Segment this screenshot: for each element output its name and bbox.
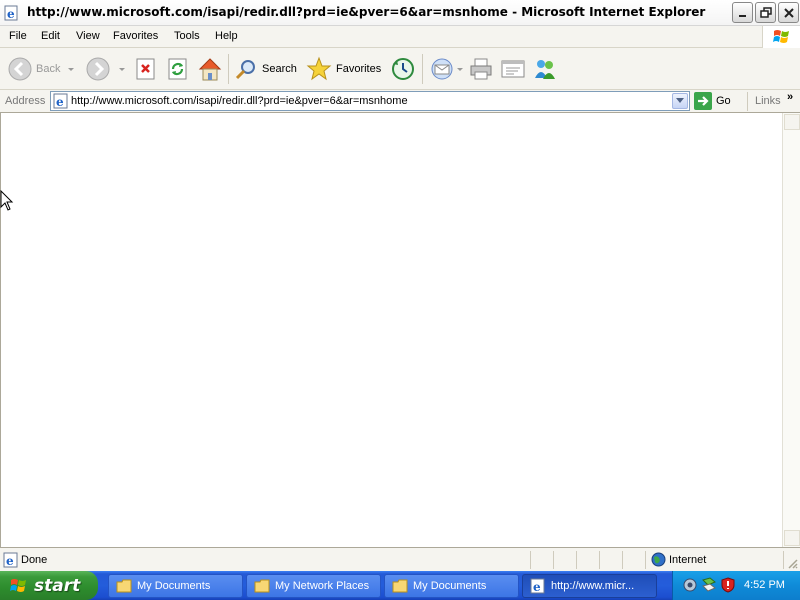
taskbar-item-my-documents-2[interactable]: My Documents: [384, 574, 519, 598]
address-field[interactable]: e: [50, 91, 690, 111]
ie-icon: e: [4, 5, 20, 21]
taskbar: start My Documents My Network Places My …: [0, 571, 800, 600]
shield-alert-icon[interactable]: [720, 577, 736, 593]
svg-text:e: e: [7, 7, 15, 21]
ie-icon: e: [530, 578, 545, 594]
menu-tools[interactable]: Tools: [174, 30, 200, 42]
taskbar-item-my-network-places[interactable]: My Network Places: [246, 574, 381, 598]
home-icon: [198, 58, 222, 81]
printer-icon: [470, 58, 492, 80]
taskbar-item-label: http://www.micr...: [551, 580, 635, 592]
mail-icon: [431, 58, 453, 80]
clock[interactable]: 4:52 PM: [744, 579, 785, 591]
address-input[interactable]: [71, 93, 667, 109]
page-content[interactable]: [0, 113, 782, 547]
taskbar-item-label: My Documents: [413, 580, 487, 592]
links-label[interactable]: Links: [755, 95, 781, 107]
start-label: start: [34, 575, 81, 596]
print-button[interactable]: [468, 54, 494, 84]
back-arrow-icon: [8, 57, 32, 81]
resize-grip-icon[interactable]: [786, 557, 798, 569]
refresh-button[interactable]: [167, 54, 189, 84]
svg-text:e: e: [56, 95, 64, 109]
title-bar[interactable]: e http://www.microsoft.com/isapi/redir.d…: [0, 0, 800, 26]
favorites-label: Favorites: [336, 63, 382, 75]
window-title: http://www.microsoft.com/isapi/redir.dll…: [27, 5, 706, 19]
back-dropdown-icon[interactable]: [68, 68, 74, 71]
taskbar-item-label: My Network Places: [275, 580, 370, 592]
search-button[interactable]: Search: [234, 54, 297, 84]
search-label: Search: [262, 63, 297, 75]
menu-favorites[interactable]: Favorites: [113, 30, 158, 42]
restore-button[interactable]: [755, 2, 776, 23]
refresh-icon: [168, 58, 187, 80]
menu-file[interactable]: File: [9, 30, 27, 42]
search-icon: [235, 60, 255, 80]
mail-button[interactable]: [429, 54, 455, 84]
taskbar-item-internet-explorer[interactable]: e http://www.micr...: [522, 574, 657, 598]
folder-icon: [116, 579, 132, 593]
mouse-cursor-icon: [0, 190, 14, 211]
page-icon: e: [53, 93, 69, 112]
taskbar-item-my-documents[interactable]: My Documents: [108, 574, 243, 598]
messenger-icon: [535, 60, 555, 79]
messenger-button[interactable]: [532, 54, 558, 84]
edit-button[interactable]: [500, 54, 526, 84]
address-dropdown-icon[interactable]: [672, 93, 688, 109]
menu-edit[interactable]: Edit: [41, 30, 60, 42]
scroll-down-button[interactable]: [784, 530, 800, 546]
back-button[interactable]: Back: [8, 54, 60, 84]
start-button[interactable]: start: [0, 571, 98, 600]
security-zone-text: Internet: [669, 554, 707, 566]
home-button[interactable]: [197, 54, 223, 84]
forward-dropdown-icon[interactable]: [119, 68, 125, 71]
favorites-button[interactable]: Favorites: [306, 54, 381, 84]
page-status-icon: e: [3, 552, 19, 571]
status-bar: e Done Internet: [0, 547, 800, 571]
svg-text:e: e: [6, 554, 14, 568]
system-tray: 4:52 PM: [672, 571, 800, 600]
back-label: Back: [36, 63, 61, 75]
network-tray-icon[interactable]: [682, 577, 698, 593]
mail-dropdown-icon[interactable]: [457, 68, 463, 71]
forward-button[interactable]: [86, 54, 110, 84]
windows-logo-icon: [762, 26, 800, 48]
menu-view[interactable]: View: [76, 30, 100, 42]
stop-icon: [136, 58, 155, 80]
edit-page-icon: [501, 60, 525, 78]
address-bar: Address e Go Links »: [0, 90, 800, 113]
standard-toolbar: Back Search Favorites: [0, 48, 800, 90]
security-tray-icon[interactable]: [701, 577, 717, 593]
stop-button[interactable]: [135, 54, 157, 84]
links-chevron-icon[interactable]: »: [787, 91, 793, 103]
scroll-up-button[interactable]: [784, 114, 800, 130]
go-arrow-icon: [694, 92, 712, 110]
folder-icon: [392, 579, 408, 593]
svg-text:e: e: [533, 580, 541, 594]
close-button[interactable]: [778, 2, 799, 23]
vertical-scrollbar[interactable]: [782, 113, 800, 547]
windows-logo-icon: [10, 578, 26, 592]
menu-bar: File Edit View Favorites Tools Help: [0, 26, 800, 48]
minimize-button[interactable]: [732, 2, 753, 23]
favorites-star-icon: [306, 56, 332, 81]
internet-globe-icon: [651, 552, 666, 570]
go-label: Go: [716, 95, 731, 107]
history-icon: [392, 58, 414, 80]
go-button[interactable]: Go: [694, 92, 731, 110]
history-button[interactable]: [390, 54, 416, 84]
menu-help[interactable]: Help: [215, 30, 238, 42]
taskbar-item-label: My Documents: [137, 580, 211, 592]
address-label: Address: [5, 95, 46, 107]
status-text: Done: [21, 554, 48, 566]
forward-arrow-icon: [86, 57, 110, 81]
folder-icon: [254, 579, 270, 593]
